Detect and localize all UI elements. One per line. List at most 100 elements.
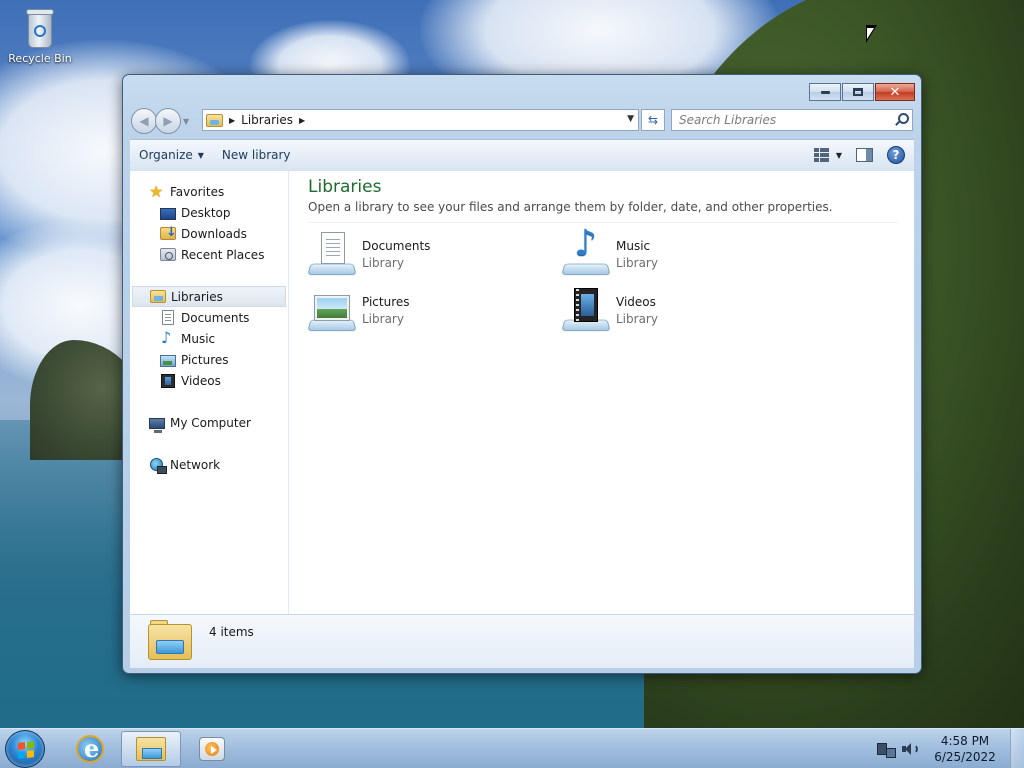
libraries-icon: [150, 290, 166, 303]
nav-videos-label: Videos: [181, 373, 221, 388]
minimize-icon: [820, 90, 830, 94]
library-item-pictures[interactable]: Pictures Library: [307, 286, 562, 334]
nav-music[interactable]: Music: [130, 328, 288, 349]
recycle-bin-icon: [23, 6, 57, 50]
close-icon: ✕: [889, 84, 901, 100]
forward-arrow-icon: ▶: [163, 114, 173, 128]
help-icon[interactable]: ?: [887, 146, 905, 164]
star-icon: [149, 182, 165, 201]
pictures-icon: [160, 354, 176, 367]
page-subtitle: Open a library to see your files and arr…: [308, 200, 898, 223]
file-list-pane: Libraries Open a library to see your fil…: [290, 171, 914, 615]
nav-downloads-label: Downloads: [181, 226, 247, 241]
search-box[interactable]: [671, 109, 913, 131]
forward-button[interactable]: ▶: [155, 108, 181, 134]
library-type: Library: [616, 311, 658, 326]
breadcrumb-chevron-icon[interactable]: ▶: [299, 116, 305, 125]
new-library-button[interactable]: New library: [213, 143, 300, 167]
clock-date: 6/25/2022: [934, 750, 996, 764]
internet-explorer-icon: [76, 734, 104, 763]
clock[interactable]: 4:58 PM 6/25/2022: [926, 733, 1004, 765]
clock-time: 4:58 PM: [940, 734, 990, 748]
navigation-buttons: ◀ ▶ ▼: [131, 108, 189, 134]
breadcrumb-chevron-icon[interactable]: ▶: [229, 116, 235, 125]
address-bar[interactable]: ▶ Libraries ▶ ▼: [202, 109, 639, 131]
videos-library-icon: [561, 286, 612, 334]
documents-library-icon: [307, 230, 358, 278]
nav-my-computer[interactable]: My Computer: [130, 412, 288, 433]
recent-places-icon: [160, 248, 176, 261]
library-item-videos[interactable]: Videos Library: [561, 286, 816, 334]
nav-network[interactable]: Network: [130, 454, 288, 475]
organize-label: Organize: [139, 148, 193, 162]
explorer-window[interactable]: ✕ ◀ ▶ ▼ ▶ Libraries ▶ ▼ ⇆ Organize ▼ New…: [122, 74, 922, 674]
nav-music-label: Music: [181, 331, 216, 346]
nav-pictures-label: Pictures: [181, 352, 229, 367]
new-library-label: New library: [221, 148, 291, 162]
music-icon: [160, 328, 176, 347]
nav-documents[interactable]: Documents: [130, 307, 288, 328]
library-type: Library: [362, 311, 404, 326]
nav-favorites[interactable]: Favorites: [130, 181, 288, 202]
library-name: Pictures: [362, 294, 410, 309]
minimize-button[interactable]: [809, 83, 841, 101]
nav-libraries[interactable]: Libraries: [132, 286, 286, 307]
windows-logo-icon: [18, 741, 34, 759]
search-input[interactable]: [672, 111, 882, 129]
nav-network-label: Network: [170, 457, 221, 472]
nav-desktop[interactable]: Desktop: [130, 202, 288, 223]
start-button[interactable]: [5, 730, 45, 768]
item-count: 4 items: [209, 625, 254, 639]
chevron-down-icon: ▼: [197, 150, 204, 160]
breadcrumb-libraries[interactable]: Libraries: [241, 113, 293, 127]
organize-button[interactable]: Organize ▼: [130, 143, 213, 167]
library-name: Music: [616, 238, 651, 253]
content-area: Favorites Desktop Downloads Recent Place…: [130, 170, 914, 615]
details-pane: 4 items: [130, 614, 914, 668]
recent-pages-dropdown[interactable]: ▼: [183, 117, 189, 126]
nav-pictures[interactable]: Pictures: [130, 349, 288, 370]
network-tray-icon[interactable]: [877, 743, 896, 758]
view-details-icon: [813, 148, 830, 162]
back-button[interactable]: ◀: [131, 108, 157, 134]
taskbar-media-player[interactable]: [182, 731, 242, 767]
nav-videos[interactable]: Videos: [130, 370, 288, 391]
recycle-bin-label: Recycle Bin: [8, 52, 72, 65]
computer-icon: [149, 417, 165, 433]
address-dropdown-icon[interactable]: ▼: [627, 114, 634, 124]
library-name: Videos: [616, 294, 656, 309]
downloads-icon: [160, 225, 177, 240]
close-button[interactable]: ✕: [875, 83, 915, 101]
change-view-button[interactable]: ▼: [813, 148, 842, 162]
documents-icon: [162, 310, 174, 325]
preview-pane-icon[interactable]: [856, 148, 873, 162]
nav-recent-places-label: Recent Places: [181, 247, 265, 262]
maximize-button[interactable]: [842, 83, 874, 101]
system-tray: 4:58 PM 6/25/2022: [877, 729, 1024, 768]
taskbar-windows-explorer[interactable]: [121, 731, 181, 767]
nav-downloads[interactable]: Downloads: [130, 223, 288, 244]
show-desktop-button[interactable]: [1010, 729, 1024, 768]
nav-my-computer-label: My Computer: [170, 415, 251, 430]
maximize-icon: [853, 88, 863, 96]
taskbar-internet-explorer[interactable]: [60, 731, 120, 767]
refresh-button[interactable]: ⇆: [641, 109, 665, 131]
library-item-documents[interactable]: Documents Library: [307, 230, 562, 278]
nav-recent-places[interactable]: Recent Places: [130, 244, 288, 265]
library-item-music[interactable]: ♪ Music Library: [561, 226, 816, 278]
search-icon[interactable]: [894, 113, 909, 127]
nav-favorites-label: Favorites: [170, 184, 225, 199]
libraries-folder-icon: [148, 620, 192, 662]
library-name: Documents: [362, 238, 431, 253]
chevron-down-icon[interactable]: ▼: [836, 151, 842, 160]
page-title: Libraries: [308, 177, 382, 197]
nav-documents-label: Documents: [181, 310, 250, 325]
desktop-icon-recycle-bin[interactable]: Recycle Bin: [4, 6, 76, 65]
library-grid: Documents Library ♪ Music Library Pictur…: [307, 226, 896, 334]
library-type: Library: [616, 255, 658, 270]
libraries-folder-icon: [206, 113, 223, 127]
back-arrow-icon: ◀: [139, 114, 149, 128]
volume-icon[interactable]: [901, 741, 918, 757]
